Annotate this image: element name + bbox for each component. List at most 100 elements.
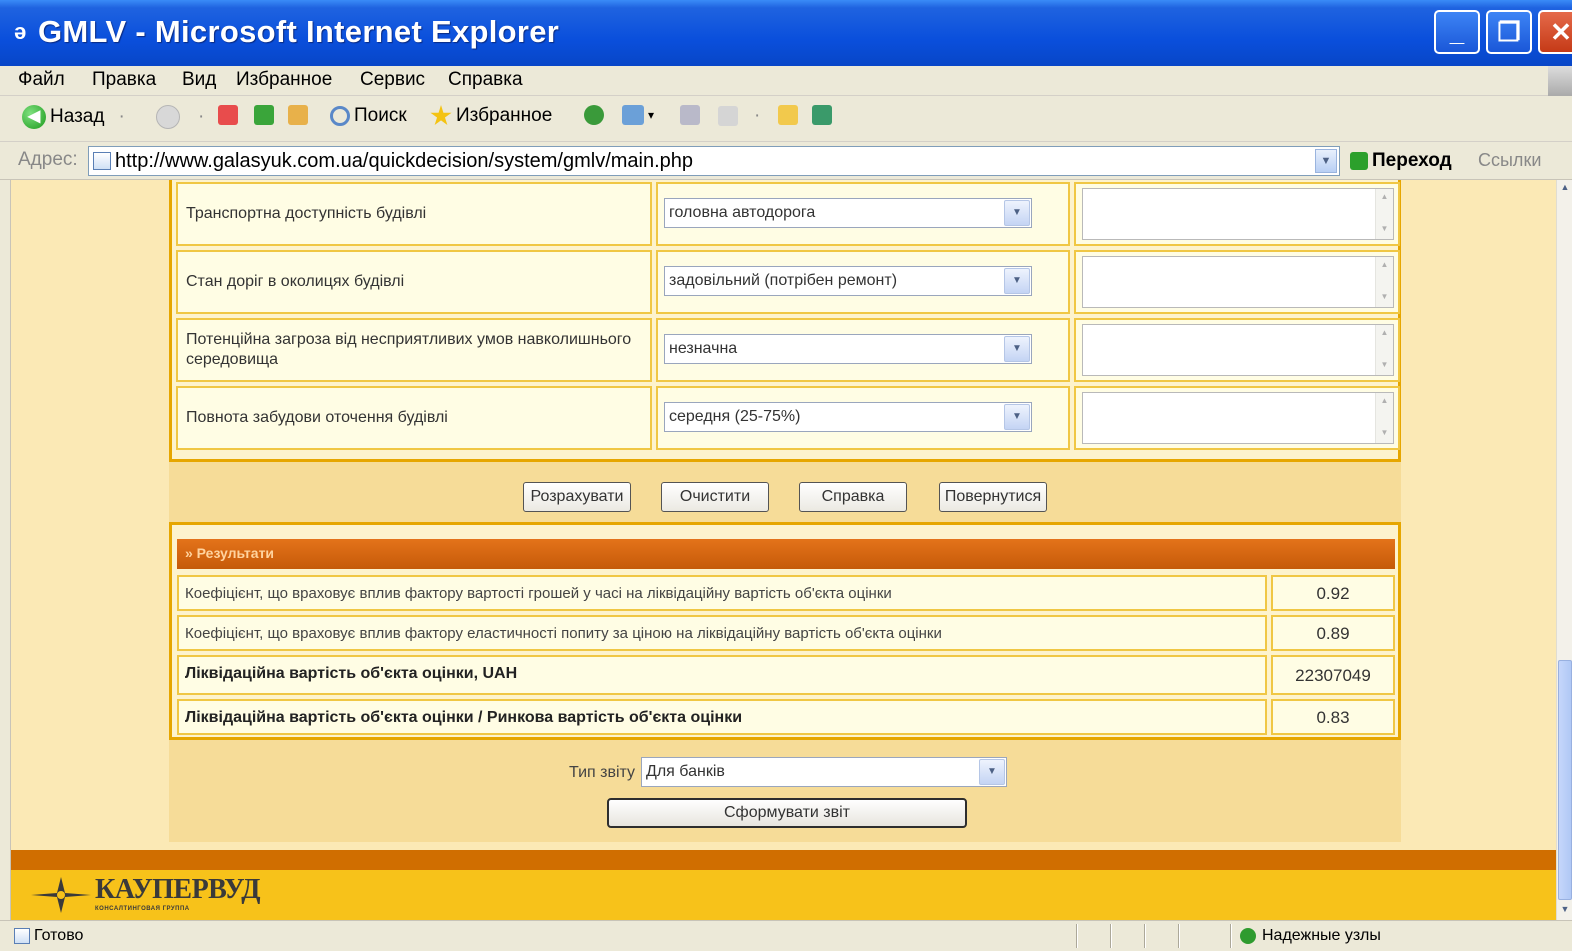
transport-select[interactable]: головна автодорога ▼ (664, 198, 1032, 228)
address-label: Адрес: (18, 149, 78, 170)
messenger-icon (812, 105, 832, 125)
development-density-select[interactable]: середня (25-75%) ▼ (664, 402, 1032, 432)
chevron-down-icon[interactable]: ▼ (1004, 336, 1030, 362)
maximize-button[interactable]: ❐ (1486, 10, 1532, 54)
title-bar: ә GMLV - Microsoft Internet Explorer _ ❐… (0, 0, 1572, 66)
page-content: Транспортна доступність будівлі головна … (10, 180, 1556, 920)
home-icon (288, 105, 308, 125)
windows-logo-icon (1548, 66, 1572, 96)
comment-textarea[interactable]: ▲ ▼ (1082, 392, 1394, 444)
address-input[interactable]: http://www.galasyuk.com.ua/quickdecision… (88, 146, 1340, 176)
report-type-label: Тип звіту (569, 764, 636, 781)
back-button[interactable]: Повернутися (939, 482, 1047, 512)
field-label: Стан доріг в околицях будівлі (186, 273, 405, 290)
result-value: 0.92 (1271, 575, 1395, 611)
go-arrow-icon (1350, 152, 1368, 170)
forward-arrow-icon (156, 105, 180, 129)
favorites-button[interactable]: Избранное (430, 105, 552, 127)
print-icon (680, 105, 700, 125)
back-label: Назад (50, 106, 105, 127)
stop-icon (218, 105, 238, 125)
chevron-down-icon[interactable]: ▼ (1004, 404, 1030, 430)
menu-favorites[interactable]: Избранное (236, 69, 332, 91)
window-title: GMLV - Microsoft Internet Explorer (38, 14, 560, 49)
menu-edit[interactable]: Правка (92, 69, 156, 91)
textarea-scrollbar[interactable]: ▲ ▼ (1375, 189, 1393, 239)
chevron-down-icon[interactable]: ▼ (979, 759, 1005, 785)
comment-textarea[interactable]: ▲ ▼ (1082, 188, 1394, 240)
result-row: Ліквідаційна вартість об'єкта оцінки / Р… (177, 699, 1395, 735)
menu-help[interactable]: Справка (448, 69, 523, 91)
page-done-icon (14, 928, 30, 944)
field-label: Потенційна загроза від несприятливих умо… (186, 331, 632, 368)
form-row: Потенційна загроза від несприятливих умо… (176, 318, 1400, 382)
status-bar: Готово Надежные узлы (0, 920, 1572, 951)
page-scrollbar[interactable]: ▲ ▼ (1556, 180, 1572, 920)
comment-textarea[interactable]: ▲ ▼ (1082, 324, 1394, 376)
result-value: 22307049 (1271, 655, 1395, 695)
back-button[interactable]: ◀ Назад · (22, 105, 125, 129)
menu-bar: Файл Правка Вид Избранное Сервис Справка (0, 66, 1572, 96)
chevron-down-icon[interactable]: ▼ (1004, 200, 1030, 226)
edit-button[interactable]: · (718, 105, 760, 127)
roads-select[interactable]: задовільний (потрібен ремонт) ▼ (664, 266, 1032, 296)
environment-threat-select[interactable]: незначна ▼ (664, 334, 1032, 364)
address-bar: Адрес: http://www.galasyuk.com.ua/quickd… (0, 142, 1572, 180)
result-row: Ліквідаційна вартість об'єкта оцінки, UA… (177, 655, 1395, 695)
address-dropdown-icon[interactable]: ▼ (1315, 149, 1337, 173)
report-section: Тип звіту Для банків ▼ Сформувати звіт (169, 740, 1401, 842)
search-button[interactable]: Поиск (330, 105, 407, 127)
form-row: Повнота забудови оточення будівлі середн… (176, 386, 1400, 450)
go-button[interactable]: Переход (1350, 150, 1452, 172)
minimize-button[interactable]: _ (1434, 10, 1480, 54)
back-arrow-icon: ◀ (22, 105, 46, 129)
messenger-button[interactable] (812, 105, 836, 125)
favorites-label: Избранное (456, 105, 553, 126)
mail-icon (622, 105, 644, 125)
stop-button[interactable] (218, 105, 242, 125)
footer: КАУПЕРВУД КОНСАЛТИНГОВАЯ ГРУППА (11, 870, 1556, 920)
folder-button[interactable] (778, 105, 802, 125)
go-label: Переход (1372, 150, 1452, 171)
result-label: Ліквідаційна вартість об'єкта оцінки, UA… (177, 655, 1267, 695)
status-text: Готово (14, 927, 83, 945)
page-icon (93, 152, 111, 170)
report-type-select[interactable]: Для банків ▼ (641, 757, 1007, 787)
star-icon (430, 105, 452, 126)
links-button[interactable]: Ссылки (1478, 150, 1541, 171)
ie-icon: ә (14, 19, 27, 44)
scrollbar-thumb[interactable] (1558, 660, 1572, 900)
help-button[interactable]: Справка (799, 482, 907, 512)
menu-tools[interactable]: Сервис (360, 69, 425, 91)
home-button[interactable] (288, 105, 312, 125)
mail-button[interactable]: ▾ (622, 105, 654, 125)
results-panel: » Результати Коефіцієнт, що враховує впл… (169, 522, 1401, 740)
result-row: Коефіцієнт, що враховує вплив фактору ел… (177, 615, 1395, 651)
menu-file[interactable]: Файл (18, 69, 65, 91)
history-button[interactable] (584, 105, 608, 125)
search-label: Поиск (354, 105, 407, 126)
back-dropdown-icon[interactable]: · (118, 106, 124, 128)
action-buttons: Розрахувати Очистити Справка Повернутися (169, 462, 1401, 522)
textarea-scrollbar[interactable]: ▲ ▼ (1375, 393, 1393, 443)
compass-logo-icon (31, 877, 91, 913)
refresh-button[interactable] (254, 105, 278, 125)
chevron-down-icon[interactable]: ▼ (1004, 268, 1030, 294)
calculate-button[interactable]: Розрахувати (523, 482, 631, 512)
scroll-down-icon[interactable]: ▼ (1558, 904, 1572, 918)
result-label: Коефіцієнт, що враховує вплив фактору ел… (177, 615, 1267, 651)
textarea-scrollbar[interactable]: ▲ ▼ (1375, 325, 1393, 375)
folder-icon (778, 105, 798, 125)
close-button[interactable]: ✕ (1538, 10, 1572, 54)
toolbar: ◀ Назад · · Поиск Избранное ▾ · (0, 96, 1572, 142)
scroll-up-icon[interactable]: ▲ (1558, 182, 1572, 196)
security-zone: Надежные узлы (1240, 927, 1381, 945)
comment-textarea[interactable]: ▲ ▼ (1082, 256, 1394, 308)
menu-view[interactable]: Вид (182, 69, 216, 91)
generate-report-button[interactable]: Сформувати звіт (607, 798, 967, 828)
clear-button[interactable]: Очистити (661, 482, 769, 512)
print-button[interactable] (680, 105, 704, 125)
result-label: Ліквідаційна вартість об'єкта оцінки / Р… (177, 699, 1267, 735)
forward-button[interactable]: · (156, 105, 204, 129)
textarea-scrollbar[interactable]: ▲ ▼ (1375, 257, 1393, 307)
